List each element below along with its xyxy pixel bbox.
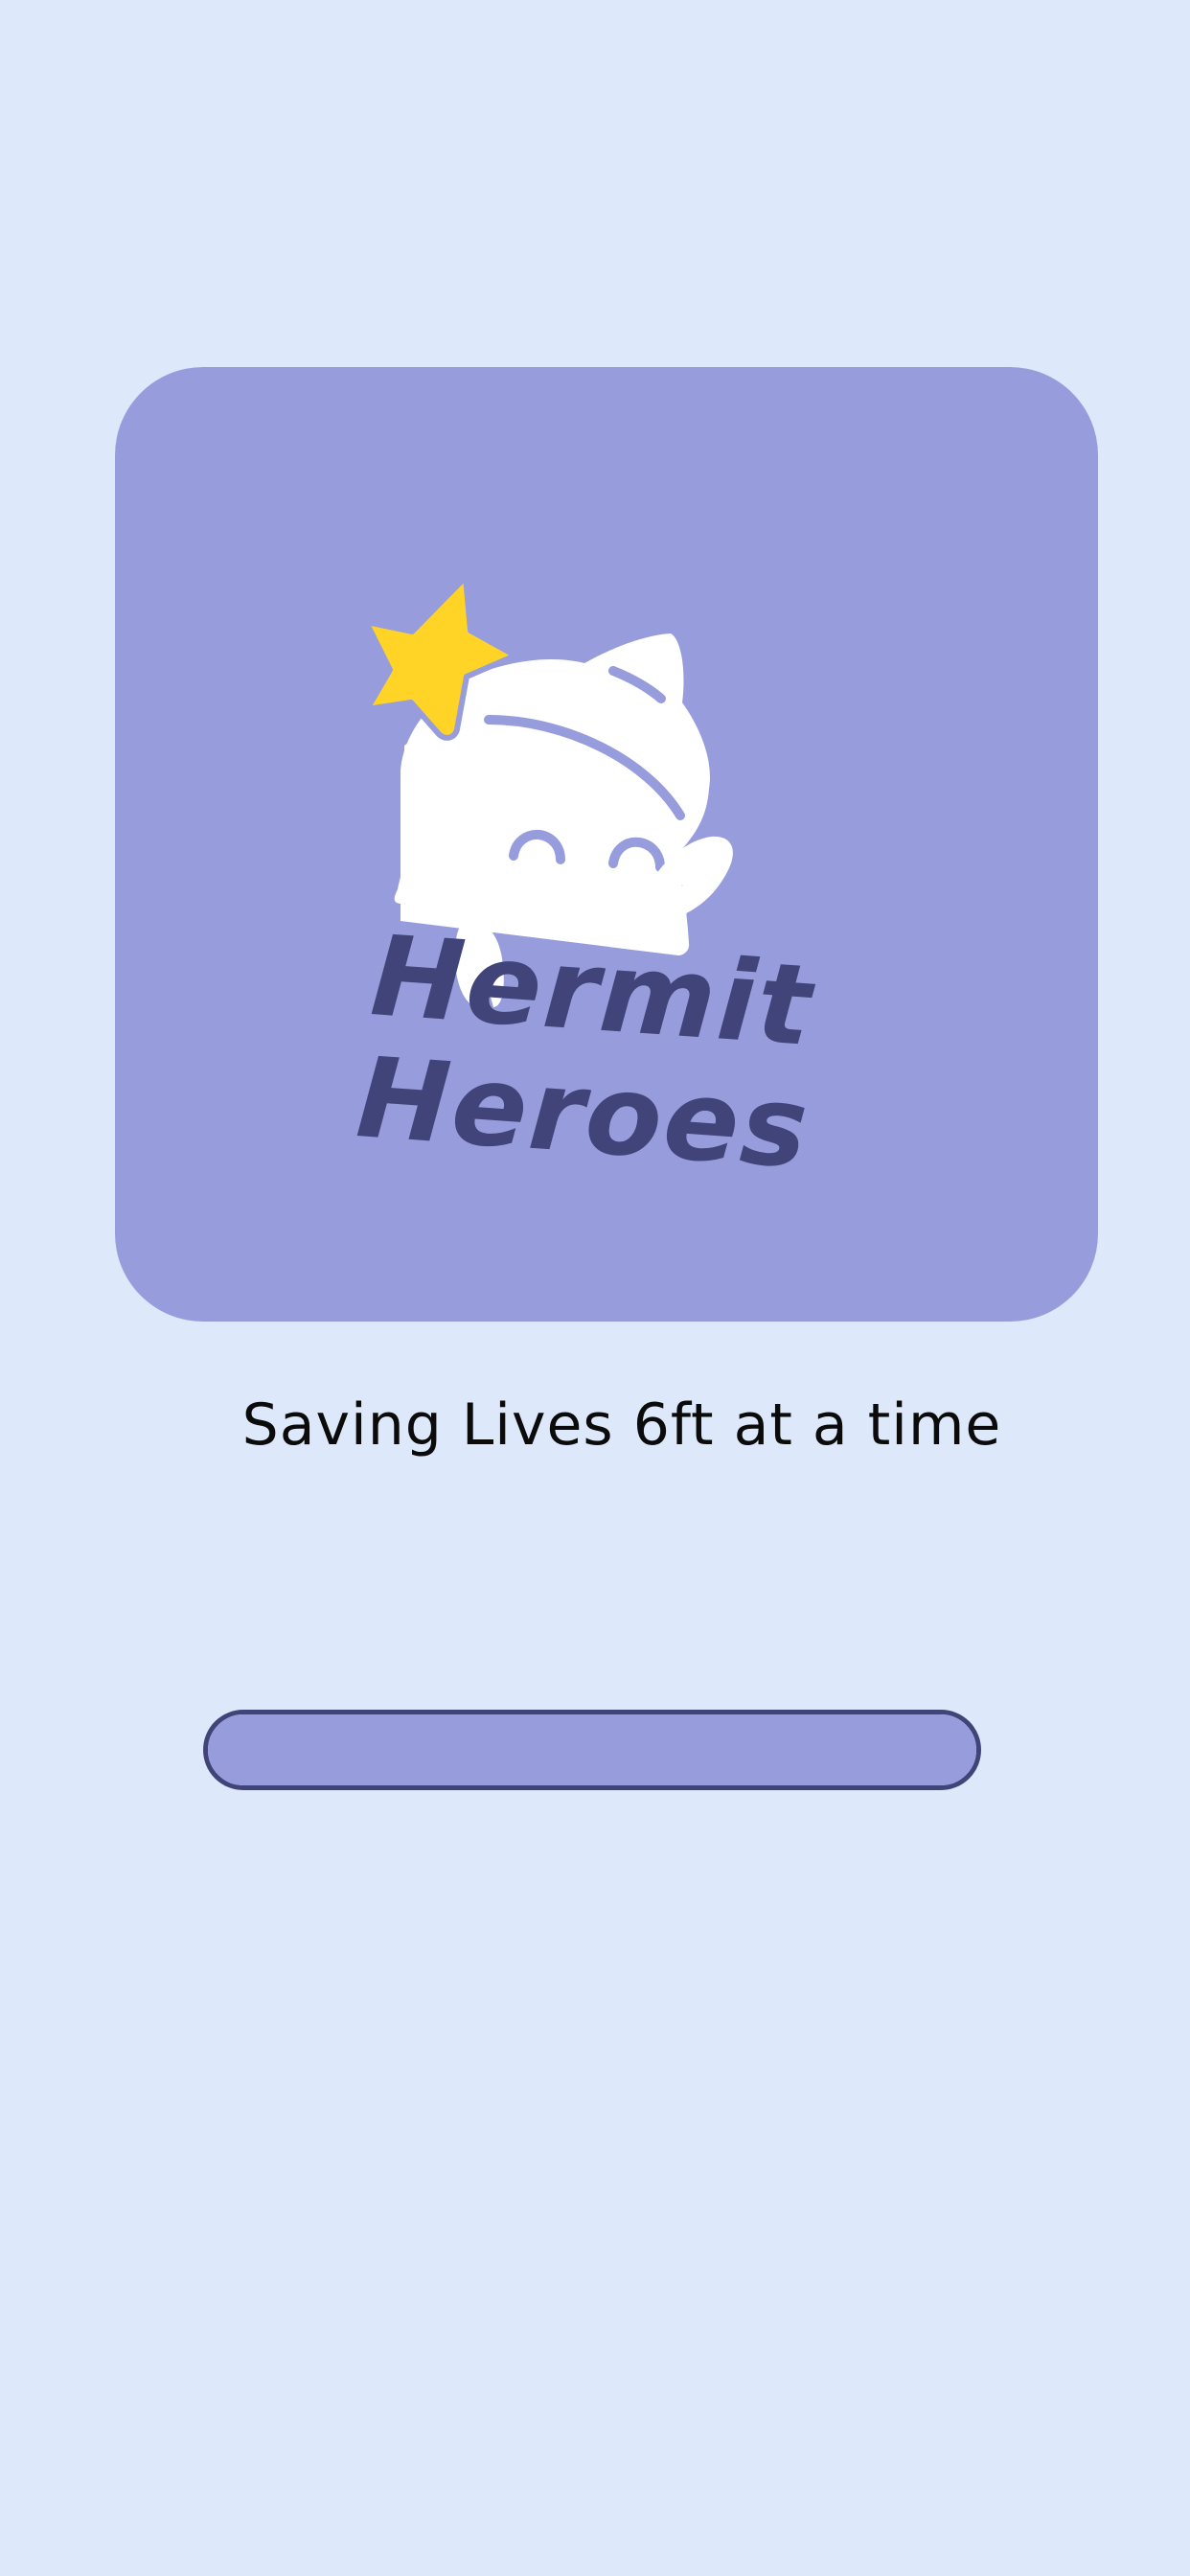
brand-title-line-2: Heroes: [353, 1033, 813, 1194]
tagline: Saving Lives 6ft at a time: [241, 1392, 1002, 1459]
loading-progress-fill: [208, 1714, 976, 1785]
logo-card: Hermit Heroes: [115, 367, 1098, 1322]
loading-progress-bar: [203, 1710, 981, 1790]
